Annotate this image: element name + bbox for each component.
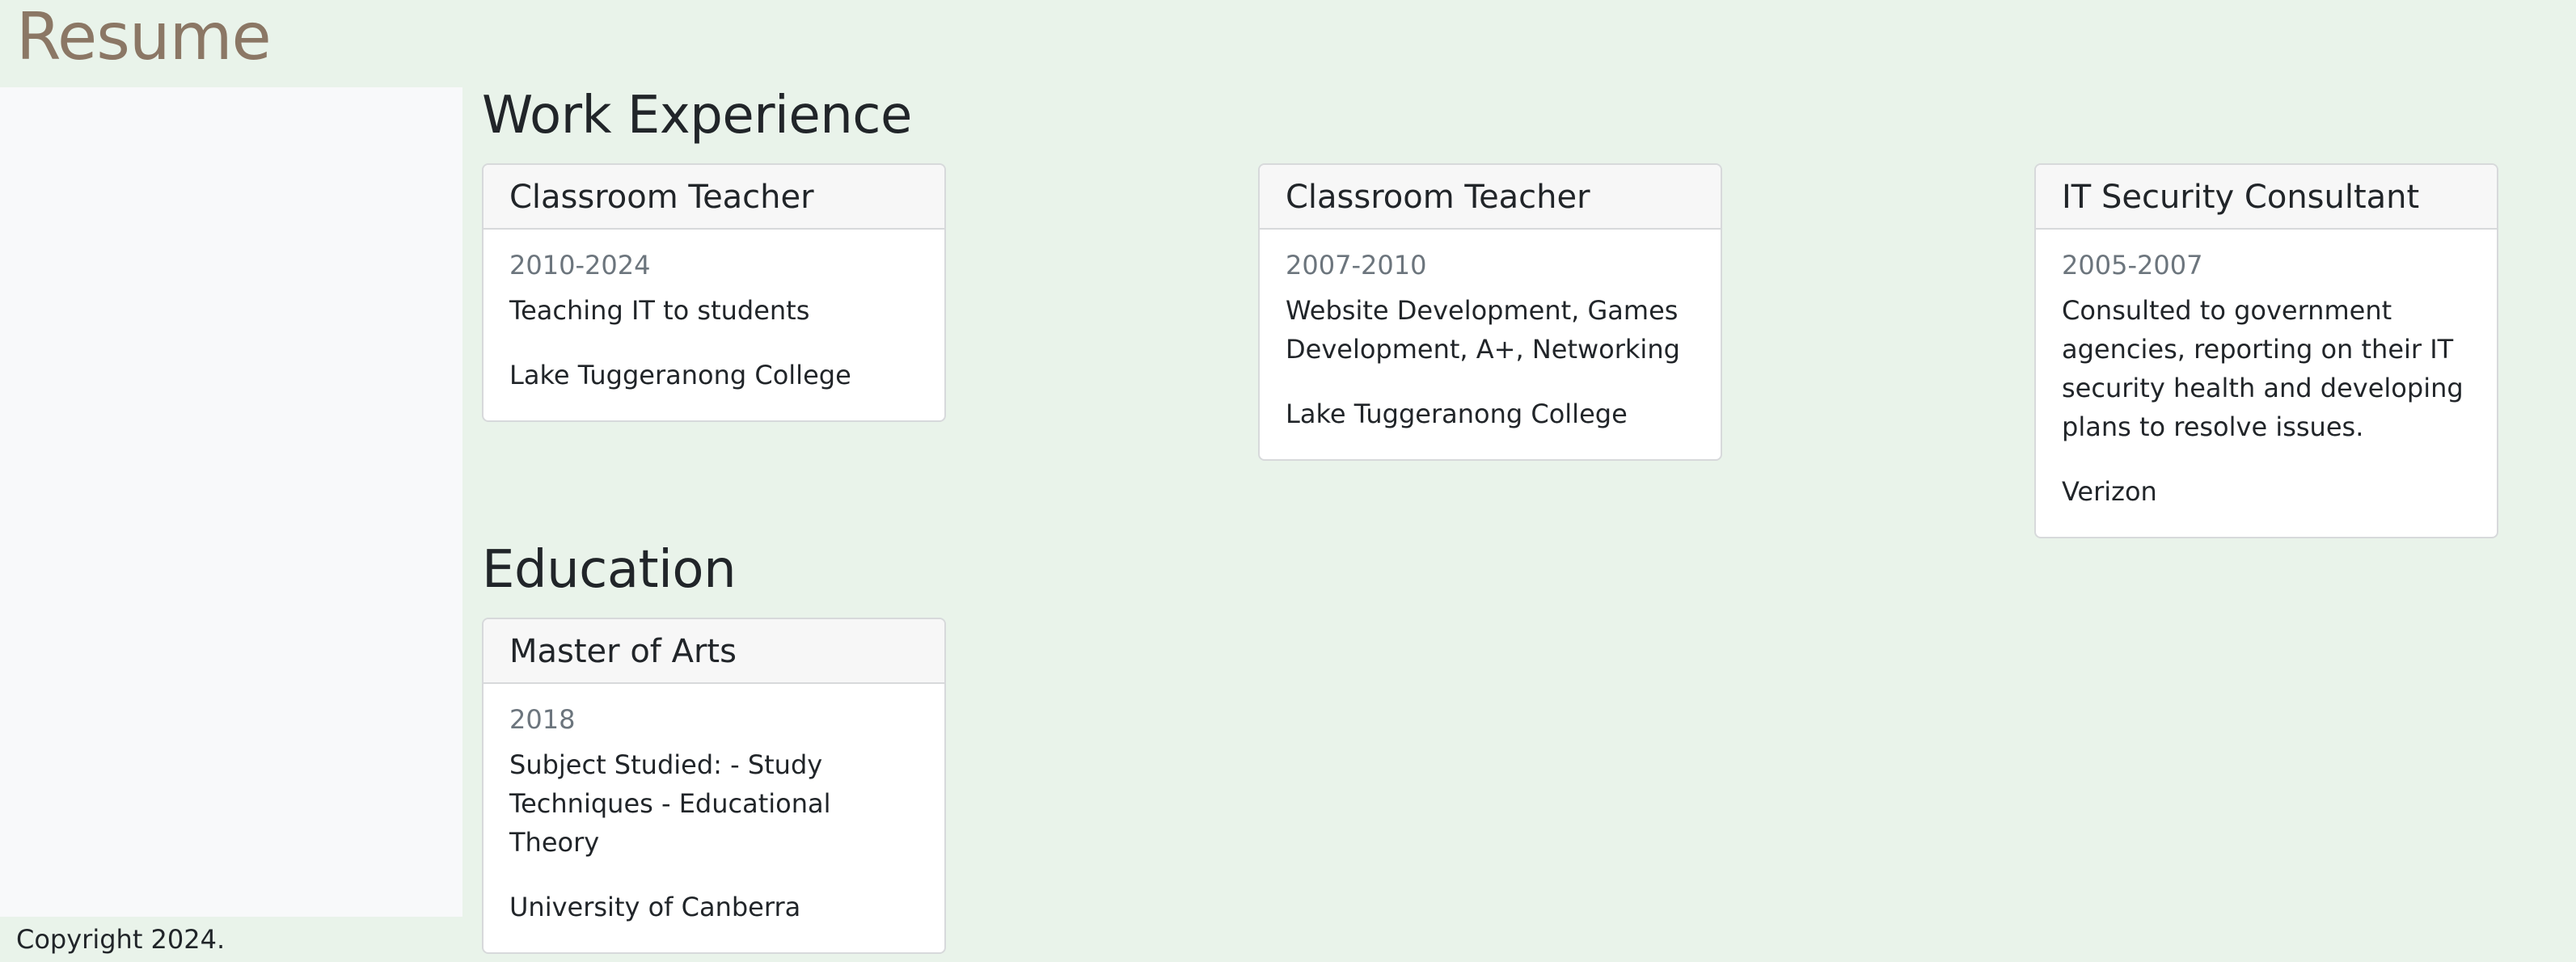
education-card: Master of Arts 2018 Subject Studied: - S…	[482, 618, 946, 954]
work-card: Classroom Teacher 2007-2010 Website Deve…	[1258, 163, 1722, 461]
sidebar	[0, 87, 462, 917]
card-description: Subject Studied: - Study Techniques - Ed…	[509, 749, 831, 858]
card-title: Classroom Teacher	[1260, 165, 1721, 230]
education-heading: Education	[482, 540, 737, 600]
card-body: 2010-2024 Teaching IT to students Lake T…	[484, 230, 944, 420]
card-organization: Verizon	[2062, 476, 2157, 507]
card-title: IT Security Consultant	[2036, 165, 2497, 230]
card-date: 2018	[509, 704, 576, 735]
card-description: Consulted to government agencies, report…	[2062, 295, 2464, 442]
card-body: 2005-2007 Consulted to government agenci…	[2036, 230, 2497, 537]
card-body: 2007-2010 Website Development, Games Dev…	[1260, 230, 1721, 459]
card-date: 2007-2010	[1286, 250, 1427, 281]
card-title: Master of Arts	[484, 619, 944, 684]
card-body: 2018 Subject Studied: - Study Techniques…	[484, 684, 944, 952]
card-description: Teaching IT to students	[509, 295, 810, 326]
card-date: 2005-2007	[2062, 250, 2203, 281]
site-title: Resume	[16, 0, 272, 74]
card-organization: Lake Tuggeranong College	[509, 360, 851, 390]
work-card: IT Security Consultant 2005-2007 Consult…	[2034, 163, 2498, 538]
card-description: Website Development, Games Development, …	[1286, 295, 1680, 365]
work-experience-heading: Work Experience	[482, 86, 912, 146]
card-title: Classroom Teacher	[484, 165, 944, 230]
card-date: 2010-2024	[509, 250, 651, 281]
work-card: Classroom Teacher 2010-2024 Teaching IT …	[482, 163, 946, 422]
card-organization: Lake Tuggeranong College	[1286, 399, 1628, 429]
footer-copyright: Copyright 2024.	[16, 924, 226, 955]
card-organization: University of Canberra	[509, 892, 801, 922]
